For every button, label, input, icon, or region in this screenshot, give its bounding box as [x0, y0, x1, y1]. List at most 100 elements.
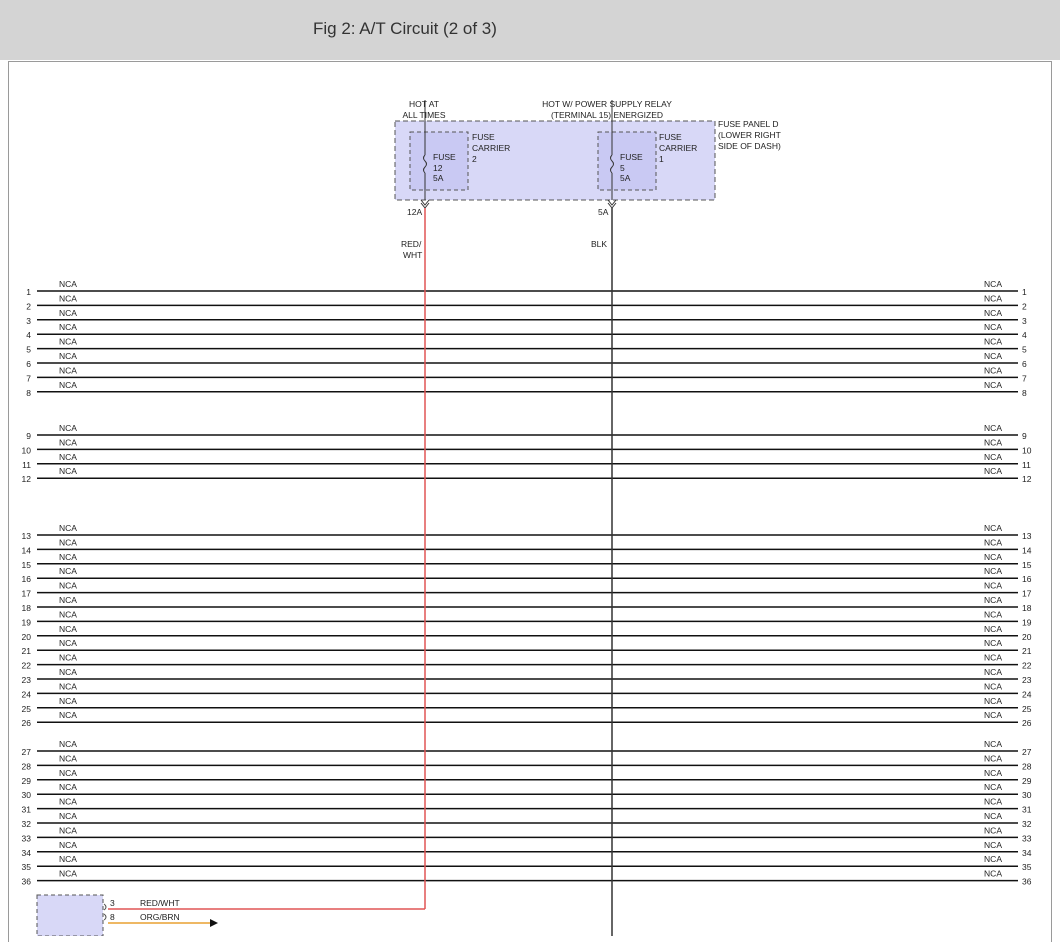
bottom-connector-pin-symbol	[103, 903, 107, 921]
pin-number-right: 7	[1022, 373, 1027, 383]
supply-left-line-1: HOT AT	[409, 99, 439, 109]
carrier-1-label-1: FUSE	[659, 132, 682, 142]
nca-label-right: NCA	[984, 595, 1002, 605]
fuse-5-label-2: 5	[620, 163, 625, 173]
nca-label-left: NCA	[59, 782, 77, 792]
pin-number-right: 17	[1022, 589, 1032, 599]
pin-number-left: 7	[26, 373, 31, 383]
pin-number-left: 13	[22, 531, 32, 541]
wiring-diagram: HOT AT ALL TIMES HOT W/ POWER SUPPLY REL…	[22, 99, 1032, 936]
fuse-5-label-3: 5A	[620, 173, 631, 183]
pin-number-left: 30	[22, 790, 32, 800]
nca-label-right: NCA	[984, 768, 1002, 778]
fuse-5-label-1: FUSE	[620, 152, 643, 162]
nca-label-right: NCA	[984, 696, 1002, 706]
nca-label-right: NCA	[984, 279, 1002, 289]
pin-number-left: 36	[22, 877, 32, 887]
nca-label-left: NCA	[59, 753, 77, 763]
pin-number-left: 32	[22, 819, 32, 829]
pin-number-right: 24	[1022, 689, 1032, 699]
pin-number-left: 8	[26, 388, 31, 398]
pin-number-right: 15	[1022, 560, 1032, 570]
carrier-1-label-2: CARRIER	[659, 143, 697, 153]
nca-label-left: NCA	[59, 452, 77, 462]
bottom-pin-3: 3	[110, 898, 115, 908]
nca-label-right: NCA	[984, 681, 1002, 691]
pin-number-left: 23	[22, 675, 32, 685]
pin-number-left: 15	[22, 560, 32, 570]
nca-label-left: NCA	[59, 667, 77, 677]
fuse-12-label-2: 12	[433, 163, 443, 173]
pin-number-right: 11	[1022, 460, 1031, 470]
nca-label-left: NCA	[59, 365, 77, 375]
pin-number-left: 33	[22, 833, 32, 843]
pin-number-right: 22	[1022, 661, 1032, 671]
nca-label-left: NCA	[59, 351, 77, 361]
nca-label-left: NCA	[59, 638, 77, 648]
carrier-2-label-3: 2	[472, 154, 477, 164]
pin-number-left: 19	[22, 617, 32, 627]
nca-label-left: NCA	[59, 380, 77, 390]
wire-red-wht-label-2: WHT	[403, 250, 422, 260]
nca-label-left: NCA	[59, 437, 77, 447]
pin-number-right: 13	[1022, 531, 1032, 541]
bottom-connector-box	[36, 894, 104, 936]
pin-number-right: 31	[1022, 805, 1032, 815]
pin-number-left: 24	[22, 689, 32, 699]
supply-right-line-2: (TERMINAL 15) ENERGIZED	[551, 110, 663, 120]
pin-number-left: 16	[22, 574, 32, 584]
nca-label-right: NCA	[984, 581, 1002, 591]
pin-number-right: 3	[1022, 316, 1027, 326]
nca-label-right: NCA	[984, 653, 1002, 663]
pin-number-left: 35	[22, 862, 32, 872]
fuse-panel-label-1: FUSE PANEL D	[718, 119, 778, 129]
pin-number-left: 3	[26, 316, 31, 326]
pin-number-left: 31	[22, 805, 32, 815]
nca-label-left: NCA	[59, 681, 77, 691]
nca-label-left: NCA	[59, 581, 77, 591]
pin-number-left: 2	[26, 301, 31, 311]
nca-label-left: NCA	[59, 293, 77, 303]
connector-rows: 1 1NCA NCA2 2NCA NCA3 3NCA NCA4 4NCA NCA5 5NCA NCA…	[22, 279, 1032, 887]
wire-org-brn-arrow	[210, 919, 218, 927]
carrier-2-label-2: CARRIER	[472, 143, 510, 153]
nca-label-left: NCA	[59, 811, 77, 821]
pin-number-left: 27	[22, 747, 32, 757]
pin-number-right: 32	[1022, 819, 1032, 829]
nca-label-left: NCA	[59, 710, 77, 720]
nca-label-right: NCA	[984, 609, 1002, 619]
pin-number-right: 8	[1022, 388, 1027, 398]
nca-label-left: NCA	[59, 653, 77, 663]
pin-number-left: 22	[22, 661, 32, 671]
pin-number-right: 5	[1022, 345, 1027, 355]
bottom-wire-org-brn-label: ORG/BRN	[140, 912, 180, 922]
nca-label-left: NCA	[59, 869, 77, 879]
pin-number-right: 12	[1022, 474, 1032, 484]
nca-label-right: NCA	[984, 452, 1002, 462]
bottom-wire-red-wht-label: RED/WHT	[140, 898, 180, 908]
pin-number-right: 10	[1022, 445, 1032, 455]
pin-number-left: 20	[22, 632, 32, 642]
nca-label-left: NCA	[59, 566, 77, 576]
pin-number-left: 17	[22, 589, 32, 599]
pin-number-right: 36	[1022, 877, 1032, 887]
nca-label-right: NCA	[984, 753, 1002, 763]
nca-label-right: NCA	[984, 840, 1002, 850]
pin-number-right: 23	[1022, 675, 1032, 685]
pin-number-right: 21	[1022, 646, 1032, 656]
pin-number-left: 1	[26, 287, 31, 297]
pin-number-right: 20	[1022, 632, 1032, 642]
pin-number-right: 28	[1022, 761, 1032, 771]
fuse-panel-label-2: (LOWER RIGHT	[718, 130, 781, 140]
nca-label-left: NCA	[59, 537, 77, 547]
pin-number-right: 18	[1022, 603, 1032, 613]
pin-number-right: 34	[1022, 848, 1032, 858]
nca-label-right: NCA	[984, 308, 1002, 318]
wire-red-wht-label-1: RED/	[401, 239, 422, 249]
pin-number-right: 19	[1022, 617, 1032, 627]
nca-label-right: NCA	[984, 710, 1002, 720]
nca-label-right: NCA	[984, 552, 1002, 562]
nca-label-right: NCA	[984, 523, 1002, 533]
carrier-1-label-3: 1	[659, 154, 664, 164]
pin-number-right: 2	[1022, 301, 1027, 311]
